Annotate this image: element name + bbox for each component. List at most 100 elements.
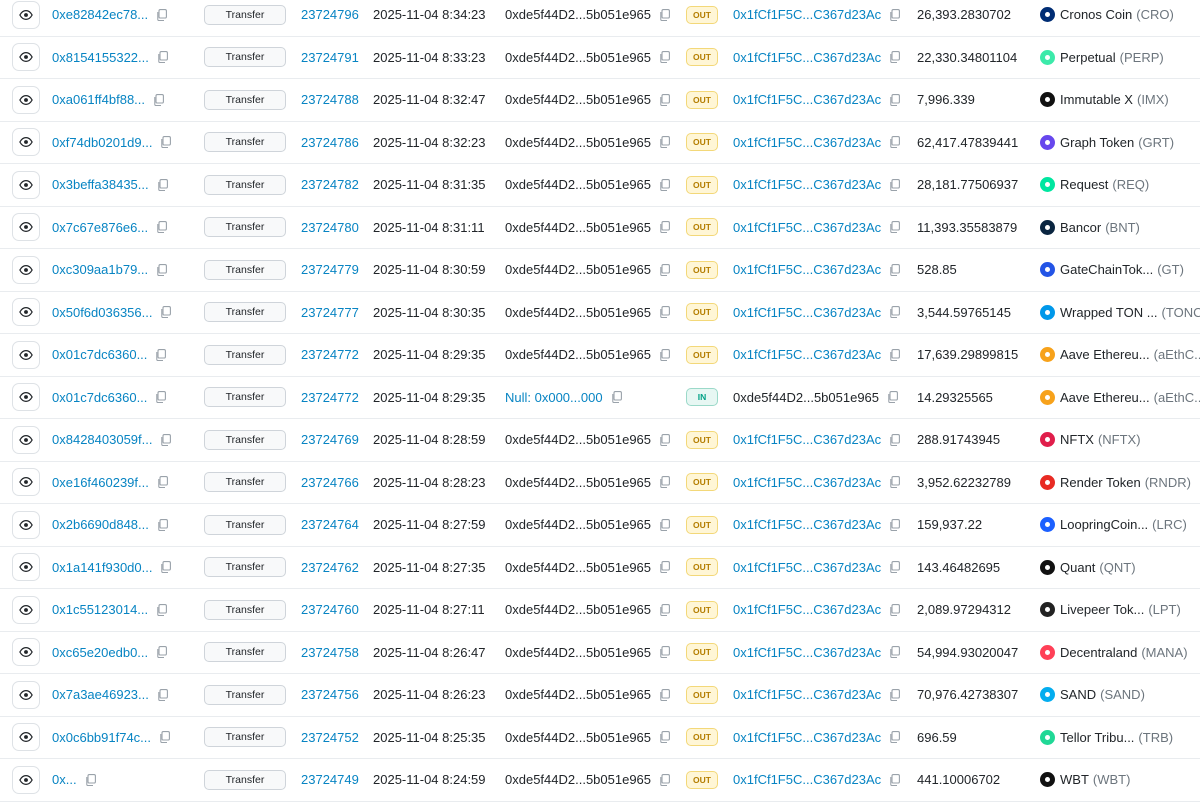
copy-icon[interactable] — [889, 688, 901, 701]
view-details-button[interactable] — [12, 340, 40, 369]
copy-icon[interactable] — [889, 221, 901, 234]
block-link[interactable]: 23724791 — [301, 50, 359, 65]
to-address[interactable]: 0x1fCf1F5C...C367d23Ac — [733, 432, 881, 447]
txn-hash-link[interactable]: 0xe16f460239f... — [52, 475, 149, 490]
copy-icon[interactable] — [659, 221, 670, 234]
copy-icon[interactable] — [659, 773, 670, 786]
copy-icon[interactable] — [889, 263, 901, 276]
token-cell[interactable]: Aave Ethereu... (aEthC... — [1040, 377, 1200, 419]
token-cell[interactable]: Tellor Tribu... (TRB) — [1040, 717, 1200, 759]
to-address[interactable]: 0x1fCf1F5C...C367d23Ac — [733, 517, 881, 532]
token-cell[interactable]: Quant (QNT) — [1040, 547, 1200, 589]
copy-icon[interactable] — [659, 433, 670, 446]
to-address[interactable]: 0x1fCf1F5C...C367d23Ac — [733, 135, 881, 150]
block-link[interactable]: 23724766 — [301, 475, 359, 490]
copy-icon[interactable] — [889, 433, 901, 446]
to-address[interactable]: 0x1fCf1F5C...C367d23Ac — [733, 305, 881, 320]
copy-icon[interactable] — [157, 688, 168, 701]
block-link[interactable]: 23724769 — [301, 432, 359, 447]
token-name[interactable]: Decentraland — [1060, 645, 1137, 660]
copy-icon[interactable] — [889, 603, 901, 616]
copy-icon[interactable] — [157, 178, 168, 191]
view-details-button[interactable] — [12, 765, 40, 794]
view-details-button[interactable] — [12, 383, 40, 412]
copy-icon[interactable] — [659, 263, 670, 276]
view-details-button[interactable] — [12, 425, 40, 454]
copy-icon[interactable] — [157, 518, 168, 531]
token-cell[interactable]: Perpetual (PERP) — [1040, 37, 1200, 79]
txn-hash-link[interactable]: 0xf74db0201d9... — [52, 135, 152, 150]
txn-hash-link[interactable]: 0x8154155322... — [52, 50, 149, 65]
view-details-button[interactable] — [12, 255, 40, 284]
token-name[interactable]: Cronos Coin — [1060, 7, 1132, 22]
token-name[interactable]: SAND — [1060, 687, 1096, 702]
copy-icon[interactable] — [889, 136, 901, 149]
token-name[interactable]: Request — [1060, 177, 1108, 192]
copy-icon[interactable] — [659, 178, 670, 191]
token-name[interactable]: Tellor Tribu... — [1060, 730, 1134, 745]
txn-hash-link[interactable]: 0x01c7dc6360... — [52, 390, 147, 405]
block-link[interactable]: 23724752 — [301, 730, 359, 745]
view-details-button[interactable] — [12, 43, 40, 72]
token-cell[interactable]: Request (REQ) — [1040, 164, 1200, 206]
txn-hash-link[interactable]: 0x3beffa38435... — [52, 177, 149, 192]
view-details-button[interactable] — [12, 85, 40, 114]
to-address[interactable]: 0x1fCf1F5C...C367d23Ac — [733, 92, 881, 107]
view-details-button[interactable] — [12, 128, 40, 157]
copy-icon[interactable] — [160, 306, 172, 319]
to-address[interactable]: 0x1fCf1F5C...C367d23Ac — [733, 772, 881, 787]
token-name[interactable]: Render Token — [1060, 475, 1141, 490]
token-cell[interactable]: NFTX (NFTX) — [1040, 419, 1200, 461]
token-cell[interactable]: GateChainTok... (GT) — [1040, 249, 1200, 291]
block-link[interactable]: 23724772 — [301, 347, 359, 362]
block-link[interactable]: 23724788 — [301, 92, 359, 107]
copy-icon[interactable] — [159, 731, 170, 744]
token-name[interactable]: Bancor — [1060, 220, 1101, 235]
token-name[interactable]: Livepeer Tok... — [1060, 602, 1144, 617]
txn-hash-link[interactable]: 0x0c6bb91f74c... — [52, 730, 151, 745]
block-link[interactable]: 23724779 — [301, 262, 359, 277]
copy-icon[interactable] — [887, 391, 898, 404]
to-address[interactable]: 0x1fCf1F5C...C367d23Ac — [733, 50, 881, 65]
txn-hash-link[interactable]: 0xe82842ec78... — [52, 7, 148, 22]
txn-hash-link[interactable]: 0x1c55123014... — [52, 602, 148, 617]
to-address[interactable]: 0x1fCf1F5C...C367d23Ac — [733, 262, 881, 277]
copy-icon[interactable] — [659, 306, 670, 319]
copy-icon[interactable] — [157, 51, 168, 64]
to-address[interactable]: 0x1fCf1F5C...C367d23Ac — [733, 7, 881, 22]
copy-icon[interactable] — [156, 8, 168, 21]
block-link[interactable]: 23724777 — [301, 305, 359, 320]
copy-icon[interactable] — [156, 603, 168, 616]
copy-icon[interactable] — [155, 348, 167, 361]
txn-hash-link[interactable]: 0xc309aa1b79... — [52, 262, 148, 277]
txn-hash-link[interactable]: 0x7a3ae46923... — [52, 687, 149, 702]
copy-icon[interactable] — [611, 391, 622, 404]
token-cell[interactable]: Graph Token (GRT) — [1040, 122, 1200, 164]
txn-hash-link[interactable]: 0x50f6d036356... — [52, 305, 152, 320]
token-cell[interactable]: Bancor (BNT) — [1040, 207, 1200, 249]
copy-icon[interactable] — [659, 688, 670, 701]
block-link[interactable]: 23724762 — [301, 560, 359, 575]
token-name[interactable]: Perpetual — [1060, 50, 1116, 65]
token-cell[interactable]: SAND (SAND) — [1040, 674, 1200, 716]
block-link[interactable]: 23724782 — [301, 177, 359, 192]
view-details-button[interactable] — [12, 510, 40, 539]
copy-icon[interactable] — [889, 51, 901, 64]
block-link[interactable]: 23724780 — [301, 220, 359, 235]
copy-icon[interactable] — [889, 518, 901, 531]
token-name[interactable]: Immutable X — [1060, 92, 1133, 107]
to-address[interactable]: 0x1fCf1F5C...C367d23Ac — [733, 602, 881, 617]
view-details-button[interactable] — [12, 0, 40, 29]
token-name[interactable]: WBT — [1060, 772, 1089, 787]
to-address[interactable]: 0x1fCf1F5C...C367d23Ac — [733, 560, 881, 575]
to-address[interactable]: 0x1fCf1F5C...C367d23Ac — [733, 220, 881, 235]
copy-icon[interactable] — [659, 476, 670, 489]
copy-icon[interactable] — [889, 348, 901, 361]
block-link[interactable]: 23724764 — [301, 517, 359, 532]
block-link[interactable]: 23724772 — [301, 390, 359, 405]
token-name[interactable]: NFTX — [1060, 432, 1094, 447]
token-cell[interactable]: Decentraland (MANA) — [1040, 632, 1200, 674]
copy-icon[interactable] — [889, 773, 901, 786]
copy-icon[interactable] — [659, 603, 670, 616]
block-link[interactable]: 23724786 — [301, 135, 359, 150]
